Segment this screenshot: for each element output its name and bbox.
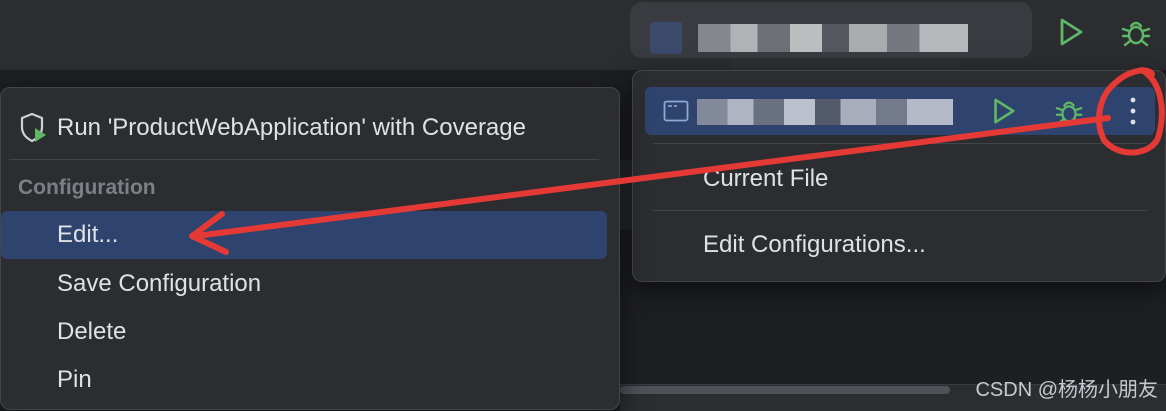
run-with-coverage-item[interactable]: Run 'ProductWebApplication' with Coverag…: [1, 106, 619, 150]
menu-separator: [9, 159, 599, 160]
configuration-section-title: Configuration: [18, 176, 156, 199]
pin-item[interactable]: Pin: [1, 356, 607, 404]
play-icon: [994, 98, 1015, 124]
delete-item[interactable]: Delete: [1, 308, 607, 356]
more-options-button[interactable]: [1115, 93, 1151, 129]
window-icon: [663, 99, 689, 123]
redacted-config-name: [697, 99, 953, 125]
edit-configurations-item[interactable]: Edit Configurations...: [703, 231, 926, 259]
redacted-config-name: [698, 24, 968, 52]
horizontal-scrollbar[interactable]: [620, 386, 950, 394]
run-config-selector[interactable]: [630, 2, 1032, 58]
play-icon: [1060, 18, 1083, 46]
shield-run-icon: [18, 112, 50, 144]
csdn-watermark: CSDN @杨杨小朋友: [975, 379, 1158, 401]
bug-icon: [1055, 101, 1083, 125]
edit-item[interactable]: Edit...: [1, 211, 607, 259]
config-run-button[interactable]: [985, 93, 1021, 129]
run-config-popup: Current File Edit Configurations...: [632, 70, 1166, 282]
bug-icon: [1121, 21, 1151, 47]
toolbar-run-button[interactable]: [1052, 14, 1088, 50]
config-debug-button[interactable]: [1051, 93, 1087, 129]
current-file-item[interactable]: Current File: [703, 165, 828, 193]
menu-separator: [653, 210, 1147, 211]
save-configuration-item[interactable]: Save Configuration: [1, 260, 607, 308]
run-with-coverage-label: Run 'ProductWebApplication' with Coverag…: [57, 114, 526, 141]
run-config-icon: [650, 22, 682, 54]
menu-separator: [653, 143, 1147, 144]
configuration-context-menu: Run 'ProductWebApplication' with Coverag…: [0, 87, 620, 410]
more-vertical-icon: [1130, 97, 1136, 125]
selected-run-config-row[interactable]: [645, 87, 1155, 135]
toolbar-debug-button[interactable]: [1118, 14, 1154, 50]
